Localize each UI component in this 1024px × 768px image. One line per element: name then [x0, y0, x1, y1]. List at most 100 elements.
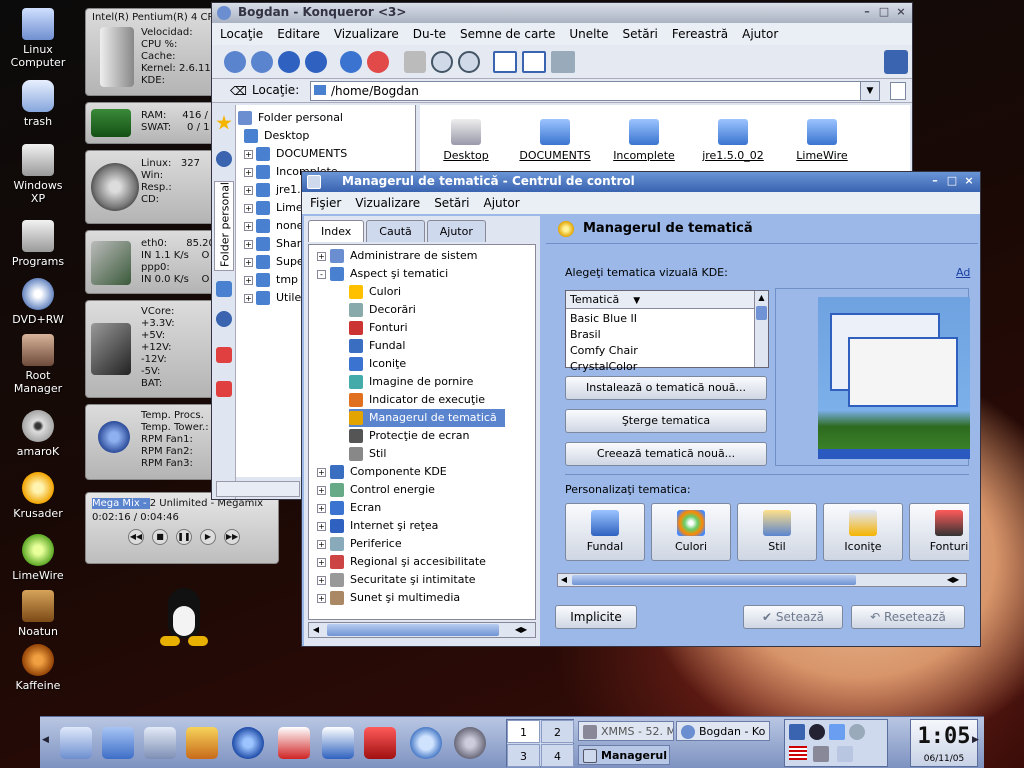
module-tree-item[interactable]: + Administrare de sistem: [317, 247, 478, 265]
klipper-icon[interactable]: [789, 724, 805, 740]
customize-wallpaper-button[interactable]: Fundal: [565, 503, 645, 561]
tree-hscrollbar[interactable]: ◀ ◀▶: [308, 622, 536, 638]
tray-network-icon[interactable]: [837, 746, 853, 762]
module-tree-item[interactable]: Culori: [349, 283, 401, 301]
theme-list-row[interactable]: Basic Blue II: [568, 311, 754, 327]
module-tree-item-selected[interactable]: Managerul de tematică: [349, 409, 505, 427]
paint-icon[interactable]: [186, 727, 218, 759]
back-icon[interactable]: [224, 51, 246, 73]
reload-icon[interactable]: [340, 51, 362, 73]
desktop-icon-limewire[interactable]: LimeWire: [4, 534, 72, 582]
customize-scrollbar[interactable]: ◀ ◀▶: [557, 573, 967, 587]
clock[interactable]: 1:05 06/11/05: [910, 719, 978, 767]
menu-item[interactable]: Vizualizare: [334, 23, 399, 45]
mib-icon[interactable]: [364, 727, 396, 759]
print-icon[interactable]: [404, 51, 426, 73]
desktop-icon-kaffeine[interactable]: Kaffeine: [4, 644, 72, 692]
tab-ajutor[interactable]: Ajutor: [426, 220, 486, 242]
menu-item[interactable]: Fereastră: [672, 23, 728, 45]
panel-hide-left-icon[interactable]: ◀: [42, 735, 49, 745]
folder-tree-item[interactable]: + DOCUMENTS: [244, 145, 347, 163]
file-item[interactable]: Incomplete: [598, 119, 690, 162]
expand-icon[interactable]: +: [244, 276, 253, 285]
theme-list-row[interactable]: Brasil: [568, 327, 754, 343]
play-button[interactable]: ▶: [200, 529, 216, 545]
expand-icon[interactable]: +: [244, 240, 253, 249]
tab-index[interactable]: Index: [308, 220, 365, 242]
module-tree-item[interactable]: Decorări: [349, 301, 416, 319]
expand-icon[interactable]: +: [317, 594, 326, 603]
view-options-icon[interactable]: [551, 51, 575, 73]
module-tree-item[interactable]: + Periferice: [317, 535, 402, 553]
home-icon[interactable]: [305, 51, 327, 73]
menu-item[interactable]: Editare: [277, 23, 320, 45]
pause-button[interactable]: ❚❚: [176, 529, 192, 545]
collapse-icon[interactable]: -: [317, 270, 326, 279]
expand-icon[interactable]: +: [244, 258, 253, 267]
network-tray-icon[interactable]: [829, 724, 845, 740]
konqueror-titlebar[interactable]: Bogdan - Konqueror <3> – □ ×: [212, 3, 912, 23]
module-tree-item[interactable]: - Aspect şi tematici: [317, 265, 448, 283]
scroll-right-icon[interactable]: ◀▶: [509, 623, 533, 637]
folder-tree-item[interactable]: Desktop: [244, 127, 309, 145]
clear-location-icon[interactable]: ⌫: [230, 84, 247, 98]
home-folder-icon[interactable]: [102, 727, 134, 759]
kmenu-icon[interactable]: [60, 727, 92, 759]
desktop-icon-dvdrw[interactable]: DVD+RW: [4, 278, 72, 326]
desktop-icon-linux-computer[interactable]: Linux Computer: [4, 8, 72, 69]
stop-button[interactable]: ■: [152, 529, 168, 545]
scroll-right-icon[interactable]: ◀▶: [942, 574, 964, 586]
services-icon[interactable]: [216, 311, 232, 327]
volume-icon[interactable]: [813, 746, 829, 762]
maximize-button[interactable]: □: [877, 5, 891, 19]
go-icon[interactable]: [890, 82, 906, 100]
module-tree-item[interactable]: + Ecran: [317, 499, 381, 517]
menu-item[interactable]: Fişier: [310, 192, 341, 214]
theme-list-scrollbar[interactable]: ▲: [754, 291, 768, 367]
expand-icon[interactable]: +: [317, 468, 326, 477]
file-item[interactable]: LimeWire: [776, 119, 868, 162]
defaults-button[interactable]: Implicite: [555, 605, 637, 629]
root-folder-icon[interactable]: [216, 347, 232, 363]
up-icon[interactable]: [278, 51, 300, 73]
history-icon[interactable]: [216, 151, 232, 167]
expand-icon[interactable]: +: [317, 504, 326, 513]
module-tree-item[interactable]: + Control energie: [317, 481, 435, 499]
desktop-icon-programs[interactable]: Programs: [4, 220, 72, 268]
folder-tree-item[interactable]: + Utile: [244, 289, 301, 307]
menu-item[interactable]: Unelte: [569, 23, 608, 45]
desktop-icon-krusader[interactable]: Krusader: [4, 472, 72, 520]
install-theme-button[interactable]: Instalează o tematică nouă...: [565, 376, 767, 400]
minimize-button[interactable]: –: [860, 5, 874, 19]
scroll-left-icon[interactable]: ◀: [309, 623, 323, 637]
mail-icon[interactable]: [278, 727, 310, 759]
folder-tree-item[interactable]: + tmp: [244, 271, 298, 289]
file-item[interactable]: DOCUMENTS: [509, 119, 601, 162]
file-item[interactable]: jre1.5.0_02: [687, 119, 779, 162]
close-button[interactable]: ×: [894, 5, 908, 19]
file-item[interactable]: Desktop: [420, 119, 512, 162]
desktop-3-button[interactable]: 3: [507, 744, 540, 767]
scroll-thumb[interactable]: [327, 624, 499, 636]
bomb-icon[interactable]: [809, 724, 825, 740]
openoffice-icon[interactable]: [322, 727, 354, 759]
folder-tree-item[interactable]: Folder personal: [238, 109, 343, 127]
folder-tree-item[interactable]: + Share: [244, 235, 308, 253]
menu-item[interactable]: Ajutor: [742, 23, 778, 45]
task-konqueror[interactable]: Bogdan - Ko: [676, 721, 770, 741]
module-tree-item[interactable]: Fonturi: [349, 319, 408, 337]
menu-item[interactable]: Semne de carte: [460, 23, 555, 45]
scroll-left-icon[interactable]: ◀: [558, 574, 570, 586]
desktop-icon-root-manager[interactable]: Root Manager: [4, 334, 72, 395]
module-tree-item[interactable]: Fundal: [349, 337, 405, 355]
keyboard-layout-flag-icon[interactable]: [789, 746, 807, 760]
expand-icon[interactable]: +: [244, 150, 253, 159]
menu-item[interactable]: Setări: [434, 192, 469, 214]
bookmarks-star-icon[interactable]: [216, 115, 232, 130]
customize-style-button[interactable]: Stil: [737, 503, 817, 561]
module-tree-item[interactable]: + Regional şi accesibilitate: [317, 553, 486, 571]
konqueror-globe-icon[interactable]: [232, 727, 264, 759]
desktop-icon-trash[interactable]: trash: [4, 80, 72, 128]
prev-button[interactable]: ◀◀: [128, 529, 144, 545]
delete-theme-button[interactable]: Şterge tematica: [565, 409, 767, 433]
